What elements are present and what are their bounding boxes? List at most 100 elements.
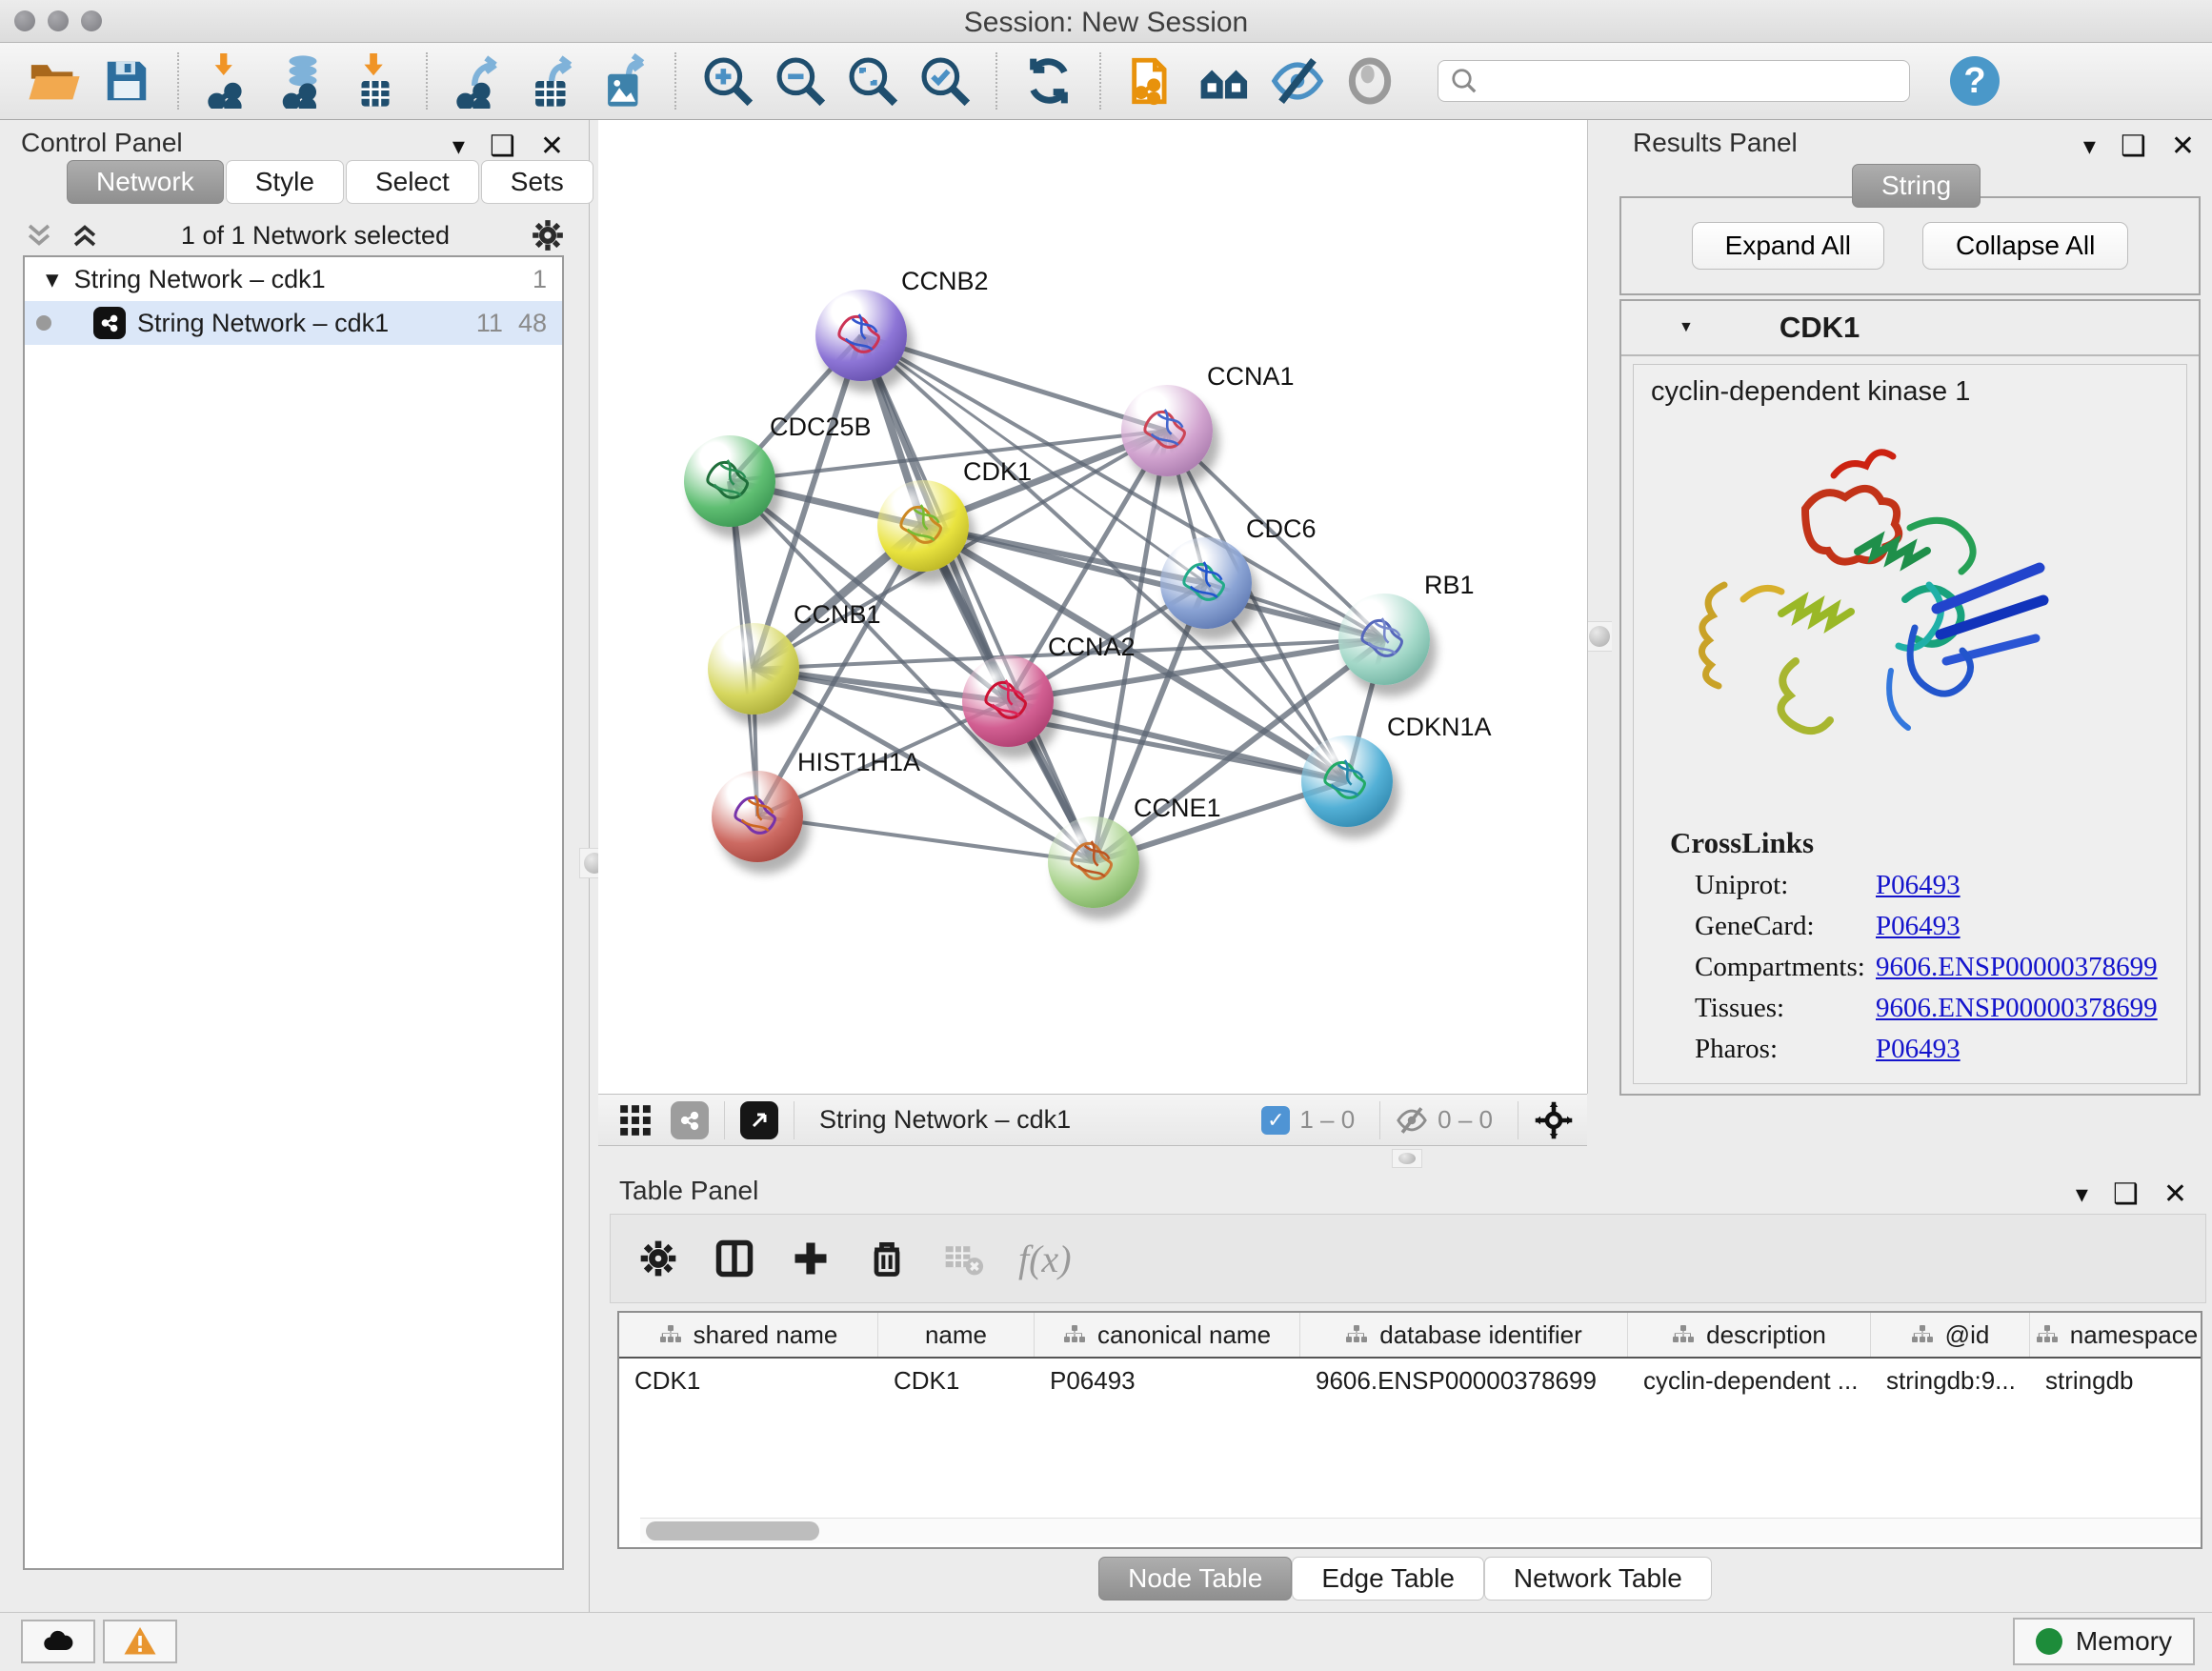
network-row[interactable]: String Network – cdk1 11 48 <box>25 301 562 345</box>
save-session-button[interactable] <box>97 51 156 111</box>
table-cell[interactable]: 9606.ENSP00000378699 <box>1300 1359 1628 1402</box>
tab-style[interactable]: Style <box>226 160 344 204</box>
create-column-plus-icon[interactable] <box>790 1238 832 1279</box>
panel-menu-icon[interactable]: ▾ <box>2076 1179 2088 1209</box>
panel-close-icon[interactable]: ✕ <box>540 130 564 163</box>
network-share-view-icon[interactable] <box>671 1101 709 1139</box>
tab-select[interactable]: Select <box>346 160 479 204</box>
column-header-namespace[interactable]: namespace <box>2030 1313 2202 1357</box>
node-CCNB2[interactable] <box>815 290 907 381</box>
column-header-database-identifier[interactable]: database identifier <box>1300 1313 1628 1357</box>
panel-menu-icon[interactable]: ▾ <box>452 131 465 161</box>
expand-all-icon[interactable] <box>69 219 101 252</box>
tab-sets[interactable]: Sets <box>481 160 593 204</box>
birds-eye-navigator-icon[interactable] <box>1534 1100 1574 1140</box>
show-hide-button[interactable] <box>1268 51 1327 111</box>
import-network-file-button[interactable] <box>201 51 260 111</box>
memory-button[interactable]: Memory <box>2013 1618 2195 1665</box>
node-CCNB1[interactable] <box>708 623 799 715</box>
selected-checkbox-icon[interactable]: ✓ <box>1261 1106 1290 1135</box>
panel-float-icon[interactable]: ❑ <box>490 130 515 163</box>
network-collection-row[interactable]: ▾ String Network – cdk1 1 <box>25 257 562 301</box>
detach-view-icon[interactable] <box>740 1101 778 1139</box>
column-header-description[interactable]: description <box>1628 1313 1871 1357</box>
column-header-name[interactable]: name <box>878 1313 1035 1357</box>
column-header--id[interactable]: @id <box>1871 1313 2030 1357</box>
tab-network-table[interactable]: Network Table <box>1484 1557 1712 1601</box>
crosslink-link[interactable]: P06493 <box>1876 911 1961 942</box>
table-row[interactable]: CDK1CDK1P064939606.ENSP00000378699cyclin… <box>619 1359 2201 1402</box>
crosslink-link[interactable]: P06493 <box>1876 1034 1961 1065</box>
node-CCNA2[interactable] <box>962 655 1054 747</box>
edge-CCNB2-CCNE1[interactable] <box>861 335 1094 862</box>
tab-node-table[interactable]: Node Table <box>1098 1557 1292 1601</box>
node-CDC25B[interactable] <box>684 435 775 527</box>
table-cell[interactable]: stringdb <box>2030 1359 2202 1402</box>
search-input[interactable] <box>1478 66 1882 97</box>
help-button[interactable]: ? <box>1950 56 2000 106</box>
edge-CCNE1-HIST1H1A[interactable] <box>757 816 1094 862</box>
delete-table-icon[interactable] <box>942 1238 984 1279</box>
zoom-fit-button[interactable] <box>843 51 902 111</box>
grid-view-icon[interactable] <box>617 1102 654 1138</box>
export-network-button[interactable] <box>450 51 509 111</box>
collapse-all-icon[interactable] <box>23 219 55 252</box>
crosslink-link[interactable]: 9606.ENSP00000378699 <box>1876 952 2158 983</box>
node-CCNE1[interactable] <box>1048 816 1139 908</box>
panel-float-icon[interactable]: ❑ <box>2121 130 2146 163</box>
collapse-triangle-icon[interactable]: ▾ <box>46 265 59 294</box>
node-CDKN1A[interactable] <box>1301 735 1393 827</box>
zoom-in-button[interactable] <box>698 51 757 111</box>
panel-float-icon[interactable]: ❑ <box>2113 1178 2139 1211</box>
panel-close-icon[interactable]: ✕ <box>2171 130 2195 163</box>
gear-icon[interactable] <box>530 217 566 253</box>
scrollbar-thumb[interactable] <box>646 1521 819 1540</box>
right-splitter-handle[interactable] <box>1584 621 1615 652</box>
warning-status-button[interactable] <box>103 1620 177 1663</box>
node-CDK1[interactable] <box>877 480 969 572</box>
node-HIST1H1A[interactable] <box>712 771 803 862</box>
table-cell[interactable]: P06493 <box>1035 1359 1300 1402</box>
table-cell[interactable]: stringdb:9... <box>1871 1359 2030 1402</box>
annotation-button[interactable] <box>1123 51 1182 111</box>
collapse-triangle-icon[interactable]: ▼ <box>1679 319 1694 336</box>
node-CDC6[interactable] <box>1160 537 1252 629</box>
column-header-canonical-name[interactable]: canonical name <box>1035 1313 1300 1357</box>
node-table[interactable]: shared namenamecanonical namedatabase id… <box>617 1311 2202 1549</box>
crosslink-link[interactable]: P06493 <box>1876 870 1961 901</box>
table-cell[interactable]: CDK1 <box>878 1359 1035 1402</box>
string-protein-query-button[interactable] <box>1196 51 1255 111</box>
gene-header-row[interactable]: ▼ CDK1 <box>1621 301 2199 356</box>
crosslink-link[interactable]: 9606.ENSP00000378699 <box>1876 993 2158 1024</box>
collapse-all-button[interactable]: Collapse All <box>1922 222 2128 270</box>
table-horizontal-scrollbar[interactable] <box>640 1518 2202 1543</box>
expand-all-button[interactable]: Expand All <box>1692 222 1884 270</box>
panel-close-icon[interactable]: ✕ <box>2163 1178 2187 1211</box>
bottom-splitter-handle[interactable] <box>1392 1149 1422 1168</box>
import-network-database-button[interactable] <box>273 51 332 111</box>
apply-layout-button[interactable] <box>1019 51 1078 111</box>
node-CCNA1[interactable] <box>1121 385 1213 476</box>
open-session-button[interactable] <box>25 51 84 111</box>
delete-column-trash-icon[interactable] <box>866 1238 908 1279</box>
export-table-button[interactable] <box>522 51 581 111</box>
panel-menu-icon[interactable]: ▾ <box>2083 131 2096 161</box>
edge-CCNA2-CDKN1A[interactable] <box>1008 701 1347 781</box>
tab-string[interactable]: String <box>1852 164 1981 208</box>
table-cell[interactable]: cyclin-dependent ... <box>1628 1359 1871 1402</box>
function-builder-icon[interactable]: f(x) <box>1018 1237 1072 1281</box>
edge-CCNB2-CCNA1[interactable] <box>861 335 1167 431</box>
column-header-shared-name[interactable]: shared name <box>619 1313 878 1357</box>
show-columns-icon[interactable] <box>714 1238 755 1279</box>
cloud-status-button[interactable] <box>21 1620 95 1663</box>
node-RB1[interactable] <box>1338 594 1430 685</box>
network-canvas[interactable]: CCNB2 CCNA1 CDC25B CDK1 CDC6 RB1CCNB1 CC… <box>598 120 1588 1094</box>
table-settings-gear-icon[interactable] <box>637 1238 679 1279</box>
zoom-out-button[interactable] <box>771 51 830 111</box>
tab-network[interactable]: Network <box>67 160 224 204</box>
zoom-selected-button[interactable] <box>915 51 975 111</box>
tab-edge-table[interactable]: Edge Table <box>1292 1557 1484 1601</box>
preview-button[interactable] <box>1340 51 1399 111</box>
export-image-button[interactable] <box>594 51 654 111</box>
import-table-file-button[interactable] <box>346 51 405 111</box>
